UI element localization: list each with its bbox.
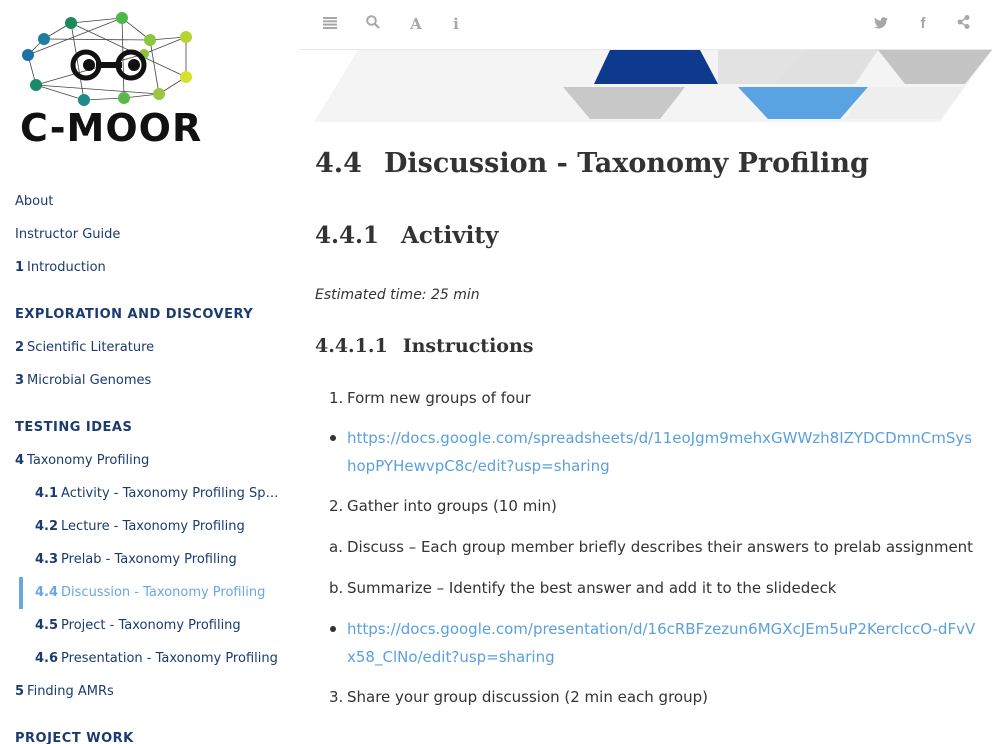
sidebar: C-MOOR About Instructor Guide 1 Introduct… [0,0,300,744]
sidebar-item-label: Project - Taxonomy Profiling [61,618,241,633]
sidebar-item-4-4-active[interactable]: 4.4 Discussion - Taxonomy Profiling [35,582,265,604]
twitter-icon[interactable] [871,14,891,34]
sidebar-item-4-3[interactable]: 4.3 Prelab - Taxonomy Profiling [35,549,237,571]
sidebar-item-number: 4.2 [35,519,59,534]
bullet [330,435,336,441]
sidebar-item-label: About [15,194,54,209]
presentation-link[interactable]: https://docs.google.com/presentation/d/1… [347,615,977,671]
sidebar-item-microbial-genomes[interactable]: 3 Microbial Genomes [15,370,151,392]
sidebar-part-testing-ideas: TESTING IDEAS [15,420,133,435]
sidebar-item-4-6[interactable]: 4.6 Presentation - Taxonomy Profiling [35,648,278,670]
info-icon[interactable]: i [446,14,466,34]
spreadsheet-link[interactable]: https://docs.google.com/spreadsheets/d/1… [347,424,977,480]
share-icon[interactable] [953,14,973,34]
sidebar-item-number: 1 [15,260,25,275]
sidebar-part-project-work: PROJECT WORK [15,731,134,744]
sidebar-item-number: 4.5 [35,618,59,633]
list-item: b. Summarize – Identify the best answer a… [329,574,836,602]
estimated-time: Estimated time: 25 min [315,287,480,303]
list-item-text: Summarize – Identify the best answer and… [347,579,837,597]
sidebar-item-label: Finding AMRs [27,684,114,699]
list-item-text: Gather into groups (10 min) [347,497,557,515]
list-item-text: Discuss – Each group member briefly desc… [347,538,974,556]
sidebar-item-number: 2 [15,340,25,355]
sidebar-item-number: 4 [15,453,25,468]
sidebar-item-instructor-guide[interactable]: Instructor Guide [15,224,120,246]
list-marker: 2. [329,497,344,515]
sidebar-item-number: 4.4 [35,585,59,600]
search-icon[interactable] [363,14,383,34]
section-heading: Discussion - Taxonomy Profiling [383,148,869,179]
list-item: 1. Form new groups of four [329,384,531,412]
sidebar-item-label: Activity - Taxonomy Profiling Spre... [61,486,283,501]
subsubsection-heading: Instructions [402,335,534,357]
facebook-icon[interactable]: f [913,14,933,34]
sidebar-item-label: Introduction [27,260,106,275]
subsection-number: 4.4.1 [315,222,380,249]
menu-icon[interactable] [320,14,340,34]
sidebar-item-label: Scientific Literature [27,340,155,355]
sidebar-item-scientific-literature[interactable]: 2 Scientific Literature [15,337,154,359]
subsection-heading: Activity [401,222,499,249]
sidebar-item-number: 4.3 [35,552,59,567]
sidebar-item-label: Taxonomy Profiling [27,453,150,468]
subsubsection-title: 4.4.1.1 Instructions [315,335,533,357]
list-item: 2. Gather into groups (10 min) [329,492,557,520]
list-item: a. Discuss – Each group member briefly de… [329,533,973,561]
sidebar-item-finding-amrs[interactable]: 5 Finding AMRs [15,681,114,703]
sidebar-item-label: Prelab - Taxonomy Profiling [61,552,237,567]
font-icon[interactable]: A [406,14,426,34]
list-marker: 3. [329,688,344,706]
subsubsection-number: 4.4.1.1 [315,335,388,357]
bullet [330,626,336,632]
active-indicator [19,577,23,609]
sidebar-item-label: Lecture - Taxonomy Profiling [61,519,245,534]
list-item: 3. Share your group discussion (2 min eac… [329,683,708,711]
section-number: 4.4 [315,148,362,179]
list-marker: b. [329,579,344,597]
sidebar-item-label: Instructor Guide [15,227,121,242]
sidebar-item-label: Microbial Genomes [27,373,152,388]
sidebar-item-number: 3 [15,373,25,388]
header-banner [314,50,992,122]
top-toolbar: A i f [300,0,992,50]
list-item-text: Share your group discussion (2 min each … [347,688,708,706]
subsection-title: 4.4.1 Activity [315,222,498,249]
sidebar-item-4-5[interactable]: 4.5 Project - Taxonomy Profiling [35,615,241,637]
sidebar-item-number: 4.6 [35,651,59,666]
sidebar-item-label: Discussion - Taxonomy Profiling [61,585,266,600]
sidebar-item-taxonomy-profiling[interactable]: 4 Taxonomy Profiling [15,450,149,472]
sidebar-item-number: 5 [15,684,25,699]
list-item-text: Form new groups of four [347,389,531,407]
sidebar-item-introduction[interactable]: 1 Introduction [15,257,106,279]
list-marker: 1. [329,389,344,407]
sidebar-item-number: 4.1 [35,486,59,501]
list-marker: a. [329,538,343,556]
sidebar-item-4-2[interactable]: 4.2 Lecture - Taxonomy Profiling [35,516,245,538]
sidebar-item-about[interactable]: About [15,191,53,213]
sidebar-item-label: Presentation - Taxonomy Profiling [61,651,278,666]
logo-text: C-MOOR [20,106,203,150]
sidebar-part-exploration: EXPLORATION AND DISCOVERY [15,307,254,322]
sidebar-item-4-1[interactable]: 4.1 Activity - Taxonomy Profiling Spre... [35,483,283,505]
section-title: 4.4 Discussion - Taxonomy Profiling [315,148,869,179]
